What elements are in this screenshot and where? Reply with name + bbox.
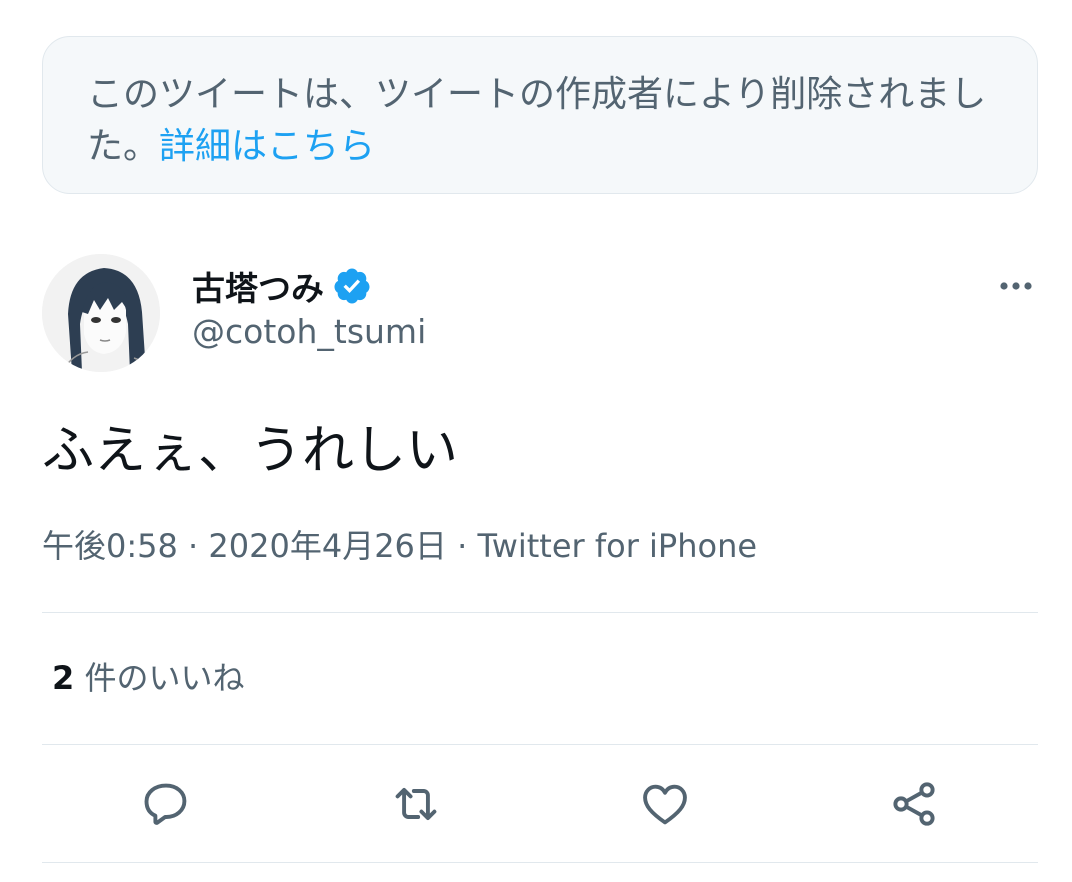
verified-badge-icon <box>334 268 370 304</box>
meta-separator: · <box>457 527 468 565</box>
learn-more-link[interactable]: 詳細はこちら <box>159 126 375 167</box>
divider <box>42 612 1038 613</box>
tweet-date[interactable]: 2020年4月26日 <box>208 527 447 565</box>
retweet-button[interactable] <box>388 776 444 832</box>
reply-icon <box>144 783 187 825</box>
share-button[interactable] <box>886 776 942 832</box>
reply-button[interactable] <box>138 776 194 832</box>
avatar[interactable] <box>42 254 160 372</box>
tweet-time[interactable]: 午後0:58 <box>42 527 178 565</box>
retweet-icon <box>395 787 437 821</box>
author-name-row[interactable]: 古塔つみ <box>192 262 372 310</box>
divider <box>42 744 1038 745</box>
deleted-tweet-notice: このツイートは、ツイートの作成者により削除されました。詳細はこちら <box>42 36 1038 194</box>
display-name[interactable]: 古塔つみ <box>192 262 324 310</box>
likes-summary[interactable]: 2 件のいいね <box>52 656 244 700</box>
avatar-illustration <box>42 254 160 372</box>
tweet-text: ふえぇ、うれしい <box>42 421 459 481</box>
tweet-source[interactable]: Twitter for iPhone <box>477 527 757 565</box>
likes-count: 2 <box>52 659 75 697</box>
meta-separator: · <box>188 527 199 565</box>
heart-icon <box>643 784 687 825</box>
like-button[interactable] <box>637 776 693 832</box>
likes-label: 件のいいね <box>74 659 245 697</box>
tweet-detail-page: このツイートは、ツイートの作成者により削除されました。詳細はこちら 古塔つみ @… <box>0 0 1072 882</box>
tweet-meta: 午後0:58 · 2020年4月26日 · Twitter for iPhone <box>42 524 757 568</box>
divider <box>42 862 1038 863</box>
share-icon <box>893 782 935 826</box>
more-options-icon[interactable] <box>990 270 1042 302</box>
author-handle[interactable]: @cotoh_tsumi <box>192 312 426 351</box>
